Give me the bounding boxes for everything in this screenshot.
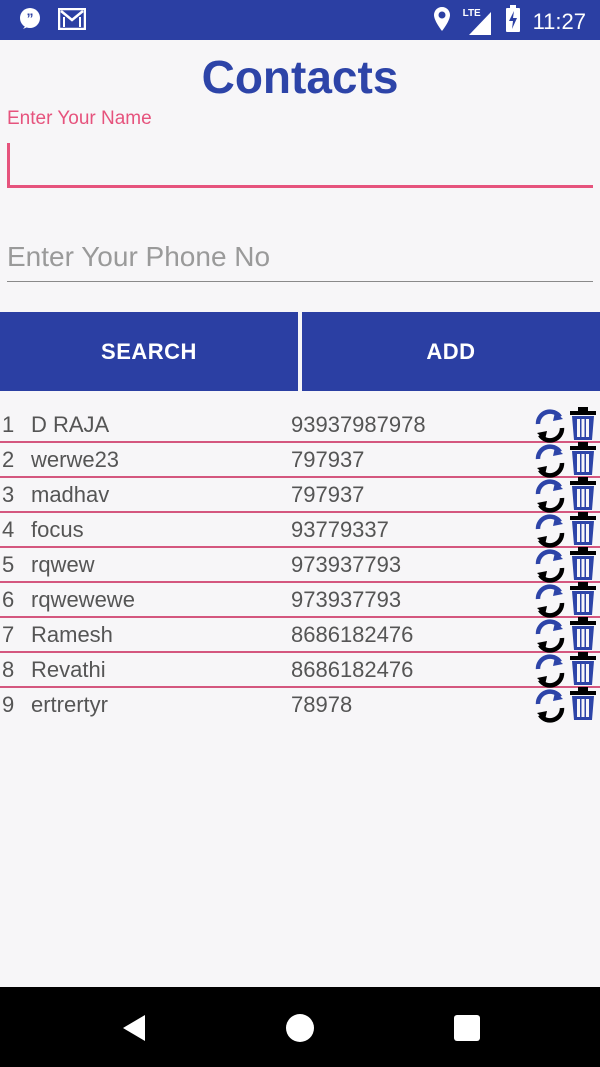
- recent-apps-icon[interactable]: [454, 1015, 480, 1041]
- contact-phone: 8686182476: [291, 657, 414, 682]
- update-contact-icon[interactable]: [534, 443, 566, 479]
- contact-row: 5 rqwew 973937793: [0, 546, 600, 584]
- gmail-icon: [57, 7, 87, 35]
- status-time: 11:27: [532, 8, 586, 34]
- contact-name: Revathi: [31, 657, 106, 682]
- delete-contact-icon[interactable]: [568, 476, 598, 512]
- contact-name: rqwew: [31, 552, 95, 577]
- contact-name: rqwewewe: [31, 587, 135, 612]
- delete-contact-icon[interactable]: [568, 616, 598, 652]
- contact-phone: 797937: [291, 447, 365, 472]
- contact-index: 9: [2, 692, 15, 717]
- contact-row: 2 werwe23 797937: [0, 441, 600, 479]
- update-contact-icon[interactable]: [534, 688, 566, 724]
- name-field-label: Enter Your Name: [7, 108, 152, 129]
- add-button[interactable]: ADD: [302, 312, 600, 391]
- contact-index: 2: [2, 447, 15, 472]
- app-content: Contacts Enter Your Name SEARCH ADD 1 D R…: [0, 40, 600, 987]
- delete-contact-icon[interactable]: [568, 406, 598, 442]
- svg-text:”: ”: [27, 10, 34, 26]
- quote-notification-icon: ”: [18, 7, 42, 36]
- action-buttons: SEARCH ADD: [0, 312, 600, 391]
- contact-index: 1: [2, 412, 15, 437]
- contact-index: 5: [2, 552, 15, 577]
- battery-charging-icon: [505, 5, 521, 38]
- contact-index: 4: [2, 517, 15, 542]
- update-contact-icon[interactable]: [534, 583, 566, 619]
- contact-index: 7: [2, 622, 15, 647]
- update-contact-icon[interactable]: [534, 478, 566, 514]
- contact-row: 3 madhav 797937: [0, 476, 600, 514]
- status-bar: ” LTE 11:27: [0, 0, 600, 40]
- contact-row: 4 focus 93779337: [0, 511, 600, 549]
- back-icon[interactable]: [121, 1013, 147, 1048]
- name-input[interactable]: [7, 140, 593, 188]
- update-contact-icon[interactable]: [534, 548, 566, 584]
- contact-phone: 973937793: [291, 552, 402, 577]
- contact-name: madhav: [31, 482, 110, 507]
- delete-contact-icon[interactable]: [568, 546, 598, 582]
- contact-index: 8: [2, 657, 15, 682]
- update-contact-icon[interactable]: [534, 653, 566, 689]
- location-icon: [433, 6, 451, 37]
- contact-phone: 78978: [291, 692, 353, 717]
- search-button[interactable]: SEARCH: [0, 312, 298, 391]
- update-contact-icon[interactable]: [534, 618, 566, 654]
- contact-name: werwe23: [31, 447, 120, 472]
- contact-row: 9 ertrertyr 78978: [0, 686, 600, 724]
- contact-phone: 93937987978: [291, 412, 426, 437]
- contact-list: 1 D RAJA 93937987978 2 werwe23 797937 3 madhav 7…: [0, 406, 600, 724]
- delete-contact-icon[interactable]: [568, 686, 598, 722]
- text-caret: [7, 143, 10, 185]
- phone-input[interactable]: [7, 232, 593, 282]
- contact-index: 3: [2, 482, 15, 507]
- contact-index: 6: [2, 587, 15, 612]
- home-icon[interactable]: [286, 1014, 314, 1042]
- contact-row: 1 D RAJA 93937987978: [0, 406, 600, 444]
- delete-contact-icon[interactable]: [568, 511, 598, 547]
- delete-contact-icon[interactable]: [568, 581, 598, 617]
- contact-name: ertrertyr: [31, 692, 108, 717]
- update-contact-icon[interactable]: [534, 513, 566, 549]
- contact-phone: 8686182476: [291, 622, 414, 647]
- update-contact-icon[interactable]: [534, 408, 566, 444]
- delete-contact-icon[interactable]: [568, 651, 598, 687]
- nav-bar: [0, 987, 600, 1067]
- delete-contact-icon[interactable]: [568, 441, 598, 477]
- contact-row: 7 Ramesh 8686182476: [0, 616, 600, 654]
- contact-row: 6 rqwewewe 973937793: [0, 581, 600, 619]
- contact-name: Ramesh: [31, 622, 113, 647]
- contact-phone: 973937793: [291, 587, 402, 612]
- contact-name: focus: [31, 517, 84, 542]
- contact-name: D RAJA: [31, 412, 110, 437]
- signal-icon: LTE: [463, 8, 493, 36]
- page-title: Contacts: [201, 51, 399, 103]
- contact-phone: 93779337: [291, 517, 389, 542]
- contact-row: 8 Revathi 8686182476: [0, 651, 600, 689]
- contact-phone: 797937: [291, 482, 365, 507]
